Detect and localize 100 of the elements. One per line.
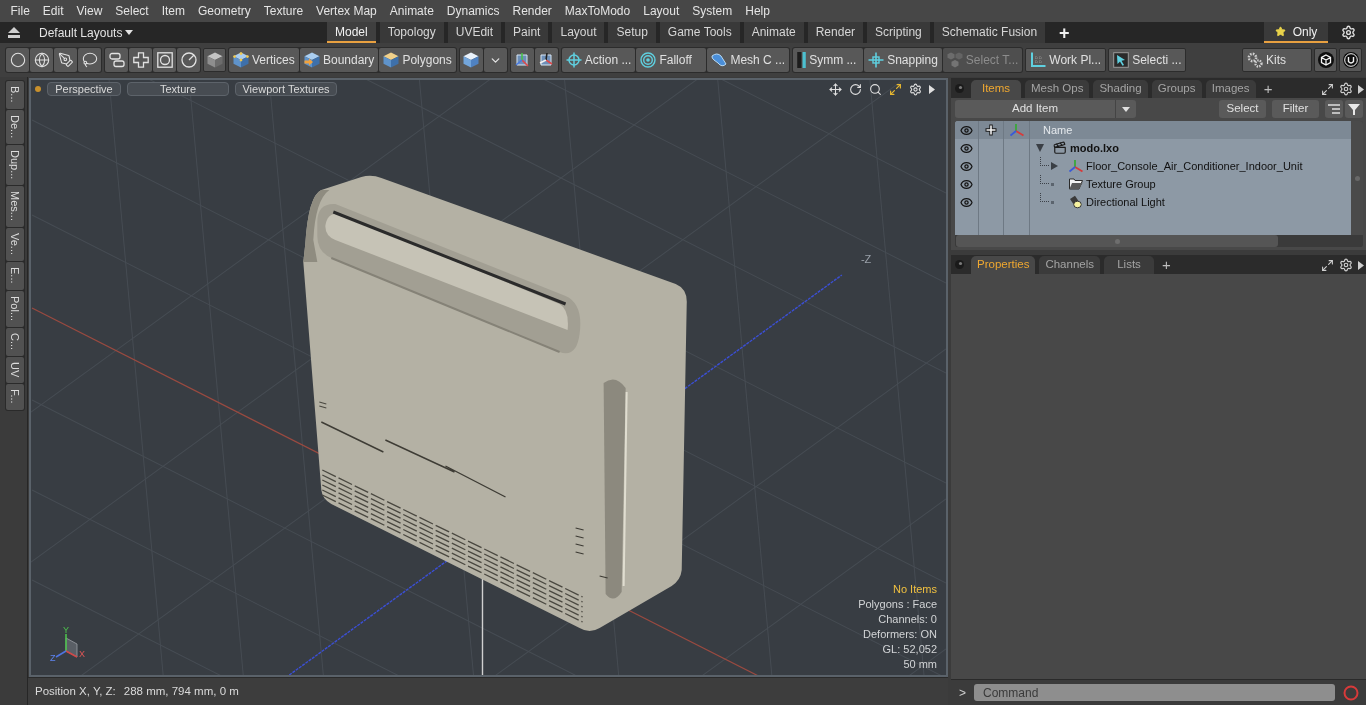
layout-tab[interactable]: Game Tools — [659, 22, 740, 43]
add-tab-button[interactable]: + — [1055, 22, 1074, 43]
panel-tab[interactable]: Groups — [1151, 80, 1202, 98]
panel-tab[interactable]: Lists — [1104, 256, 1154, 274]
menu-item[interactable]: MaxToModo — [558, 0, 637, 22]
viewport-header-button[interactable]: Texture — [127, 82, 229, 96]
layout-tab[interactable]: Paint — [505, 22, 549, 43]
tool-button[interactable]: Boundary — [300, 48, 379, 72]
layouts-dropdown[interactable]: Default Layouts — [39, 23, 134, 42]
tool-button[interactable] — [129, 48, 152, 72]
side-tab[interactable]: F... — [6, 384, 24, 410]
side-tab[interactable]: C... — [6, 327, 24, 356]
layout-tab[interactable]: Topology — [379, 22, 444, 43]
tree-item-label[interactable]: Texture Group — [1086, 175, 1156, 193]
vertical-scrollbar[interactable] — [1351, 121, 1363, 235]
tree-item-label[interactable]: modo.lxo — [1070, 139, 1119, 157]
tool-button[interactable]: Action ... — [561, 48, 636, 72]
menu-item[interactable]: Edit — [36, 0, 71, 22]
tree-item-label[interactable]: Directional Light — [1086, 193, 1165, 211]
dropdown-button[interactable] — [483, 48, 507, 72]
menu-item[interactable]: Render — [506, 0, 559, 22]
side-tab[interactable]: Dup... — [6, 144, 24, 186]
layout-tab[interactable]: Model — [327, 22, 376, 43]
menu-item[interactable]: Item — [155, 0, 192, 22]
layout-tab[interactable]: Animate — [743, 22, 804, 43]
tool-button[interactable] — [510, 48, 534, 72]
menu-item[interactable]: View — [70, 0, 109, 22]
expand-icon[interactable] — [1321, 82, 1334, 96]
side-tab[interactable]: De... — [6, 109, 24, 144]
tool-button[interactable] — [30, 48, 53, 72]
tool-button[interactable] — [1339, 48, 1362, 72]
panel-tab[interactable]: Images — [1205, 80, 1256, 98]
move-icon[interactable] — [829, 82, 842, 96]
layout-tab[interactable]: Render — [807, 22, 864, 43]
rotate-icon[interactable] — [849, 82, 862, 96]
tool-button[interactable] — [534, 48, 558, 72]
tool-button[interactable] — [1314, 48, 1337, 72]
tool-button[interactable]: Falloff — [636, 48, 707, 72]
triangle-right-icon[interactable] — [1051, 162, 1058, 170]
viewport-header-button[interactable]: Perspective — [47, 82, 121, 96]
tool-button[interactable] — [105, 48, 128, 72]
command-input[interactable]: Command — [974, 684, 1335, 701]
settings-icon[interactable] — [909, 82, 922, 96]
tool-button[interactable]: Selecti ... — [1108, 48, 1187, 72]
triangle-down-icon[interactable] — [1036, 144, 1044, 152]
menu-item[interactable]: Select — [108, 0, 156, 22]
tool-button[interactable]: Snapping — [864, 48, 942, 72]
layout-toggle-button[interactable] — [8, 27, 20, 38]
tree-item-label[interactable]: Floor_Console_Air_Conditioner_Indoor_Unit — [1086, 157, 1303, 175]
panel-button[interactable]: Filter — [1272, 100, 1319, 118]
side-tab[interactable]: Ve... — [6, 228, 24, 262]
menu-item[interactable]: System — [685, 0, 739, 22]
tool-button[interactable] — [177, 48, 200, 72]
horizontal-scrollbar[interactable] — [956, 235, 1278, 247]
menu-item[interactable]: Help — [738, 0, 777, 22]
filter-button[interactable] — [1345, 100, 1363, 118]
add-tab-button[interactable]: + — [1263, 81, 1273, 96]
tool-button[interactable]: Work Pl... — [1025, 48, 1107, 72]
tool-button[interactable]: Mesh C ... — [707, 48, 790, 72]
viewport[interactable]: -Z Perspective Texture Viewport Textures Y Z X No Items Polygons : Face Channels: 0 Deformers: ON GL: 52,052 50 mm — [29, 78, 948, 677]
panel-tab[interactable]: Mesh Ops — [1025, 80, 1090, 98]
tool-button[interactable]: Polygons — [379, 48, 456, 72]
panel-button[interactable]: Select — [1219, 100, 1266, 118]
menu-item[interactable]: Animate — [383, 0, 441, 22]
menu-item[interactable]: File — [4, 0, 37, 22]
add-item-dropdown[interactable]: Add Item — [955, 100, 1136, 118]
menu-item[interactable]: Texture — [257, 0, 310, 22]
menu-item[interactable]: Geometry — [191, 0, 258, 22]
settings-icon[interactable] — [1339, 82, 1353, 96]
menu-item[interactable]: Layout — [636, 0, 686, 22]
layout-tab[interactable]: Setup — [608, 22, 656, 43]
layout-tab[interactable]: Layout — [552, 22, 605, 43]
tool-button[interactable]: Kits — [1242, 48, 1312, 72]
circle-in-square-icon — [156, 52, 173, 68]
list-view-button[interactable] — [1325, 100, 1343, 118]
search-icon[interactable] — [869, 82, 882, 96]
only-filter-button[interactable]: Only — [1264, 22, 1328, 43]
panel-tab[interactable]: Items — [971, 80, 1021, 98]
side-tab[interactable]: UV — [6, 356, 24, 384]
tool-button[interactable] — [203, 48, 226, 72]
maximize-icon[interactable] — [889, 82, 902, 96]
layout-tab[interactable]: UVEdit — [447, 22, 502, 43]
tool-button[interactable]: Vertices — [229, 48, 299, 72]
panel-tab[interactable]: Properties — [971, 256, 1036, 274]
layout-tab[interactable]: Scripting — [867, 22, 930, 43]
side-tab[interactable]: Pol... — [6, 290, 24, 327]
expand-icon[interactable] — [1321, 258, 1334, 272]
tool-button[interactable]: Symm ... — [793, 48, 864, 72]
panel-tab[interactable]: Channels — [1039, 256, 1100, 274]
side-tab[interactable]: Mes... — [6, 186, 24, 228]
viewport-header-button[interactable]: Viewport Textures — [235, 82, 337, 96]
side-tab[interactable]: E... — [6, 262, 24, 290]
side-tab[interactable]: B... — [6, 81, 24, 109]
layout-tab[interactable]: Schematic Fusion — [933, 22, 1046, 43]
panel-tab[interactable]: Shading — [1093, 80, 1148, 98]
tool-button[interactable] — [459, 48, 483, 72]
add-tab-button[interactable]: + — [1162, 257, 1171, 272]
menu-item[interactable]: Vertex Map — [309, 0, 384, 22]
menu-item[interactable]: Dynamics — [440, 0, 506, 22]
settings-icon[interactable] — [1339, 258, 1353, 272]
